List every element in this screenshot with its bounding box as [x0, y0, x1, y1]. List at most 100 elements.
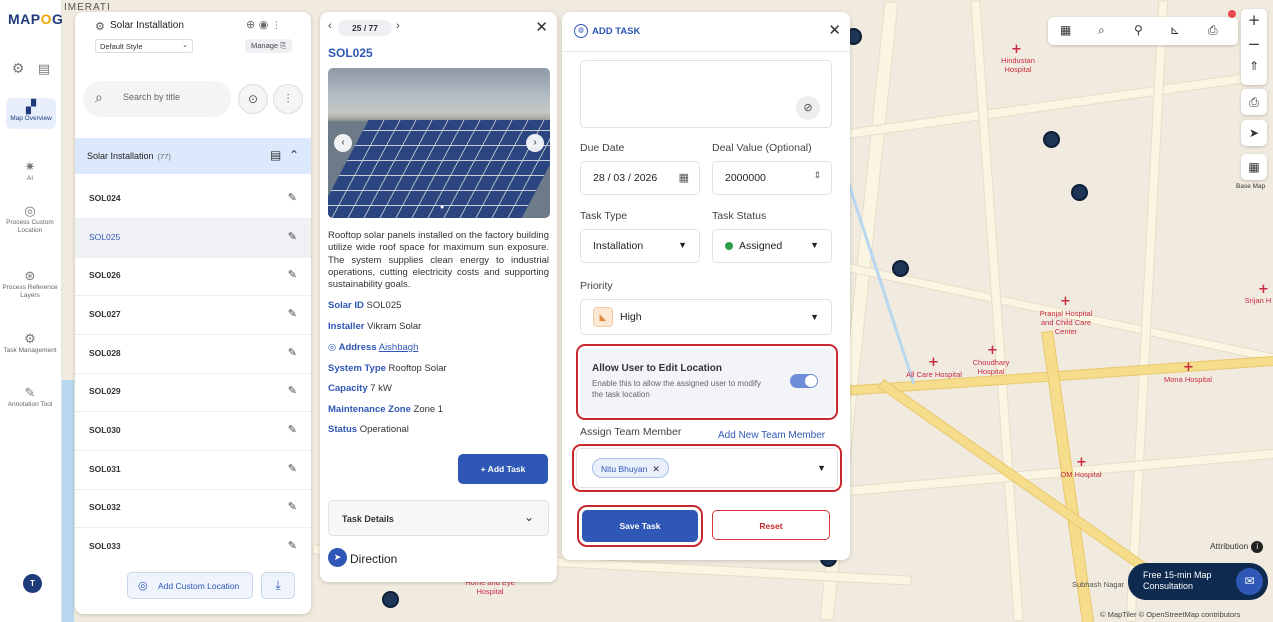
rail-item-process-custom-location[interactable]: ◎ Process Custom Location — [0, 205, 60, 235]
edit-icon[interactable]: ✎ — [288, 307, 297, 320]
search-icon[interactable]: ⌕ — [1098, 23, 1105, 38]
deal-value-input[interactable]: 2000000 ⇕ — [712, 161, 832, 195]
calendar-icon[interactable]: ▦ — [679, 171, 689, 184]
zoom-controls: + − ⇑ — [1241, 9, 1267, 85]
solar-marker[interactable] — [382, 591, 399, 608]
prev-feature-icon[interactable]: ‹ — [328, 20, 332, 32]
visibility-icon[interactable]: ◉ — [259, 18, 269, 31]
save-task-button[interactable]: Save Task — [577, 505, 703, 547]
download-button[interactable]: ⤓ — [261, 572, 295, 599]
allow-edit-description: Enable this to allow the assigned user t… — [592, 379, 761, 399]
photo-prev-icon[interactable]: ‹ — [334, 134, 352, 152]
list-item[interactable]: SOL028 ✎ — [75, 335, 311, 374]
reset-button[interactable]: Reset — [712, 510, 830, 540]
list-item[interactable]: SOL029 ✎ — [75, 373, 311, 412]
feature-detail-panel: ‹ 25 / 77 › ✕ SOL025 ‹ › ● Rooftop solar… — [320, 12, 557, 582]
manage-button[interactable]: Manage ⎘ — [245, 39, 293, 53]
chevron-down-icon: ⌄ — [182, 42, 188, 49]
task-description-textarea[interactable] — [580, 60, 832, 128]
add-custom-location-button[interactable]: ◎ Add Custom Location — [127, 572, 253, 599]
annotation-icon: ✎ — [24, 386, 36, 401]
allow-edit-toggle[interactable] — [790, 374, 818, 388]
rail-item-ai[interactable]: ✷ AI — [0, 161, 60, 183]
solar-marker[interactable] — [892, 260, 909, 277]
search-input[interactable]: Search by title — [83, 81, 231, 117]
edit-icon[interactable]: ✎ — [288, 500, 297, 513]
locate-icon[interactable]: ➤ — [1241, 120, 1267, 146]
zoom-layer-icon[interactable]: ⊕ — [246, 18, 255, 31]
stepper-icon[interactable]: ⇕ — [813, 171, 821, 181]
photo-next-icon[interactable]: › — [526, 134, 544, 152]
mapog-logo[interactable]: MAPOG — [8, 11, 63, 27]
list-item[interactable]: SOL031 ✎ — [75, 451, 311, 490]
list-item[interactable]: SOL026 ✎ — [75, 257, 311, 296]
edit-icon[interactable]: ✎ — [288, 384, 297, 397]
map-label-srijan: Srijan H — [1244, 296, 1272, 305]
add-new-team-member-link[interactable]: Add New Team Member — [718, 430, 825, 441]
chevron-up-icon[interactable]: ⌃ — [289, 148, 299, 162]
style-select[interactable]: Default Style ⌄ — [95, 39, 193, 53]
rail-item-process-reference-layers[interactable]: ⊛ Process Reference Layers — [0, 269, 60, 300]
layer-group-header[interactable]: Solar Installation (77) ▤ ⌃ — [75, 138, 311, 174]
task-status-select[interactable]: Assigned ▼ — [712, 229, 832, 263]
direction-link[interactable]: Direction — [350, 552, 397, 566]
edit-icon[interactable]: ✎ — [288, 230, 297, 243]
compass-icon[interactable]: ⇑ — [1241, 59, 1267, 73]
due-date-input[interactable]: 28 / 03 / 2026 ▦ — [580, 161, 700, 195]
zoom-out-icon[interactable]: − — [1241, 35, 1267, 53]
more-icon[interactable]: ⋮ — [272, 21, 281, 31]
edit-icon[interactable]: ✎ — [288, 268, 297, 281]
close-icon[interactable]: ✕ — [535, 18, 548, 36]
solar-marker[interactable] — [1043, 131, 1060, 148]
add-task-button[interactable]: + Add Task — [458, 454, 548, 484]
info-icon: i — [1251, 541, 1264, 553]
search-icon: ⌕ — [95, 90, 103, 106]
rail-item-annotation-tool[interactable]: ✎ Annotation Tool — [0, 386, 60, 409]
hospital-icon: + — [1076, 455, 1087, 470]
print-map-icon[interactable]: ⎙ — [1241, 89, 1267, 115]
consultation-banner[interactable]: Free 15-min Map Consultation ✉ — [1128, 563, 1268, 600]
list-item[interactable]: SOL025 ✎ — [75, 219, 311, 258]
solar-marker[interactable] — [1071, 184, 1088, 201]
notes-icon[interactable]: ▤ — [33, 58, 55, 80]
task-type-select[interactable]: Installation ▼ — [580, 229, 700, 263]
list-item[interactable]: SOL032 ✎ — [75, 489, 311, 528]
address-link[interactable]: Aishbagh — [379, 342, 419, 353]
priority-select[interactable]: ◣ High ▼ — [580, 299, 832, 335]
filter-location-icon[interactable]: ⊙ — [238, 84, 268, 114]
edit-icon[interactable]: ✎ — [288, 539, 297, 552]
add-task-header: ◍ ADD TASK ✕ — [562, 12, 850, 52]
close-icon[interactable]: ✕ — [828, 21, 841, 39]
map-view-icon[interactable]: ▦ — [1060, 23, 1071, 37]
measure-icon[interactable]: ⊾ — [1170, 23, 1180, 37]
map-label-hindustan: Hindustan Hospital — [1001, 56, 1035, 74]
edit-icon[interactable]: ✎ — [288, 423, 297, 436]
map-label-pranjal: Pranjal Hospital and Child Care Center — [1039, 309, 1093, 336]
attribution-toggle[interactable]: Attribution i — [1210, 541, 1264, 553]
edit-icon[interactable]: ✎ — [288, 462, 297, 475]
user-avatar[interactable]: T — [23, 574, 42, 593]
list-item[interactable]: SOL024 ✎ — [75, 180, 311, 219]
zoom-in-icon[interactable]: + — [1241, 11, 1267, 29]
filter-sliders-icon[interactable]: ⫶ — [273, 84, 303, 114]
task-details-accordion[interactable]: Task Details ⌄ — [328, 500, 549, 536]
edit-icon[interactable]: ✎ — [288, 191, 297, 204]
edit-icon[interactable]: ✎ — [288, 346, 297, 359]
pin-icon[interactable]: ⚲ — [1134, 23, 1143, 37]
attachment-icon[interactable]: ⊘ — [796, 96, 820, 120]
rail-item-map-overview[interactable]: ▞ Map Overview — [6, 98, 56, 129]
base-map-icon[interactable]: ▦ — [1241, 154, 1267, 180]
rail-item-task-management[interactable]: ⚙ Task Management — [0, 333, 60, 355]
settings-icon[interactable]: ⚙ — [7, 58, 29, 80]
direction-icon[interactable]: ➤ — [328, 548, 347, 567]
list-item[interactable]: SOL030 ✎ — [75, 412, 311, 451]
list-item[interactable]: SOL027 ✎ — [75, 296, 311, 335]
print-icon[interactable]: ⎙ — [1208, 23, 1218, 38]
table-icon[interactable]: ▤ — [270, 148, 281, 162]
assign-member-select[interactable]: Nitu Bhuyan ✕ ▼ — [572, 444, 842, 492]
remove-member-icon[interactable]: ✕ — [652, 465, 660, 475]
list-item[interactable]: SOL033 ✎ — [75, 528, 311, 567]
next-feature-icon[interactable]: › — [396, 20, 400, 32]
chat-icon[interactable]: ✉ — [1236, 568, 1263, 595]
layers-icon: ⊛ — [24, 269, 36, 284]
